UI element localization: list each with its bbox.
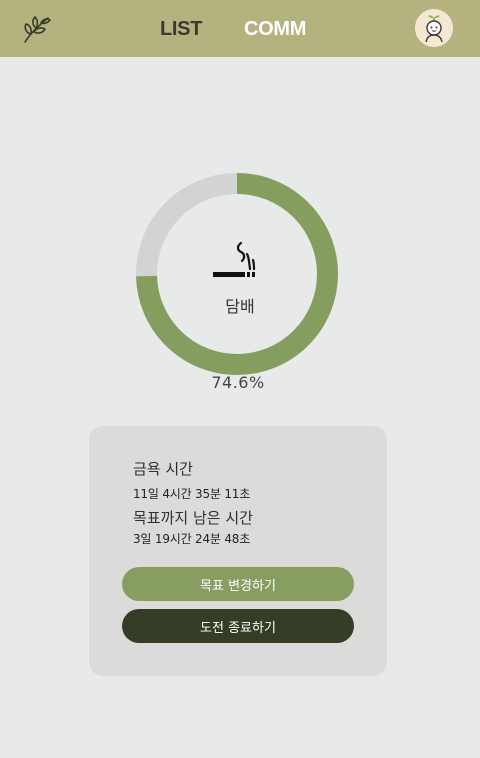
progress-label: 담배	[225, 297, 255, 316]
leaf-branch-icon[interactable]	[20, 12, 54, 46]
change-goal-button[interactable]: 목표 변경하기	[122, 567, 354, 601]
nav-tab-comm[interactable]: COMM	[244, 17, 306, 41]
progress-percent: 74.6%	[211, 373, 265, 392]
nav-tab-list[interactable]: LIST	[160, 17, 202, 41]
abstain-time-value: 11일 4시간 35분 11초	[133, 487, 251, 501]
cigarette-icon	[213, 240, 263, 280]
end-challenge-button[interactable]: 도전 종료하기	[122, 609, 354, 643]
remaining-time-title: 목표까지 남은 시간	[133, 509, 253, 527]
sprout-avatar-icon[interactable]	[415, 9, 453, 47]
top-navigation-bar: LIST COMM	[0, 0, 480, 57]
abstain-time-title: 금욕 시간	[133, 460, 193, 478]
remaining-time-value: 3일 19시간 24분 48초	[133, 532, 251, 546]
